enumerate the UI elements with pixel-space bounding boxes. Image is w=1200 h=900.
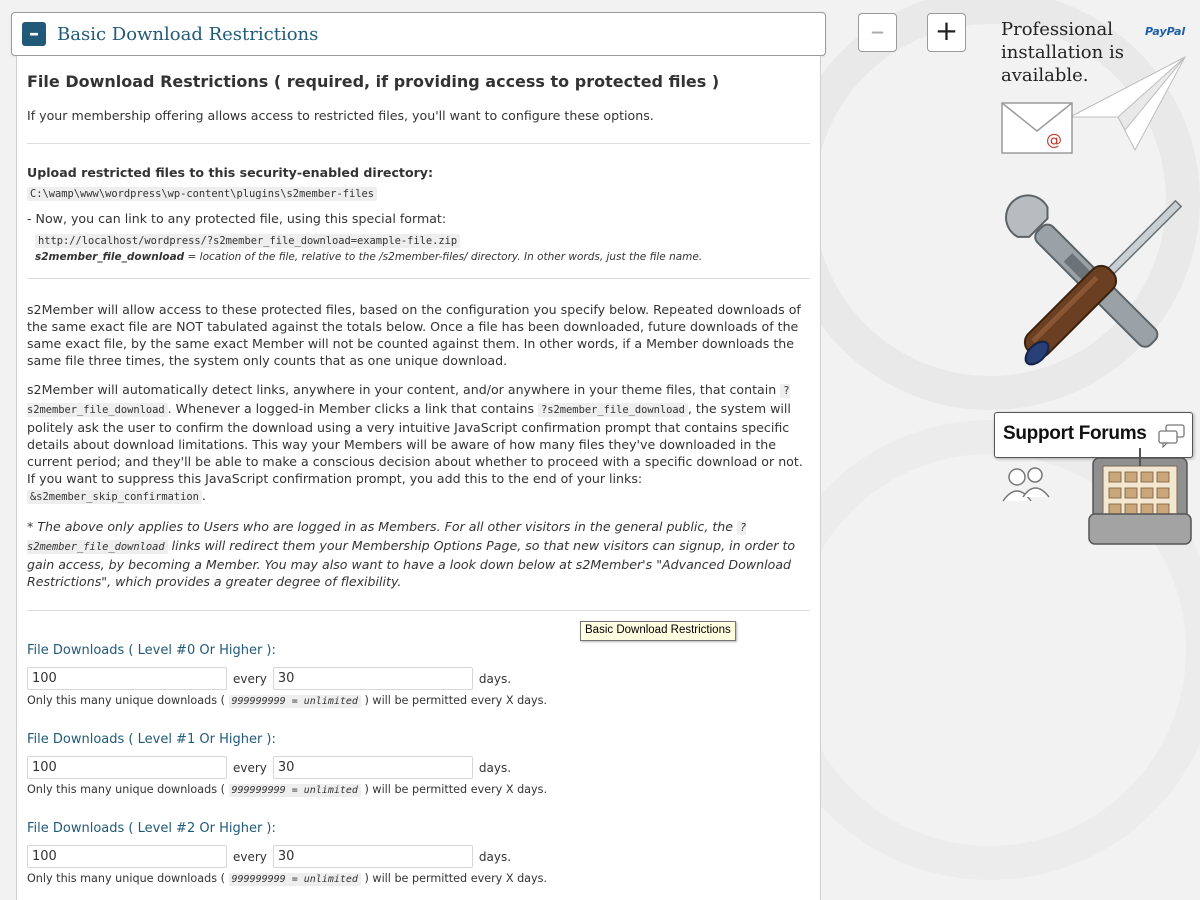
level-2-days-input[interactable]	[272, 845, 473, 868]
restrictions-description: If your membership offering allows acces…	[27, 108, 654, 123]
unlimited-code: 999999999 = unlimited	[228, 784, 361, 797]
level-0-days-input[interactable]	[272, 667, 473, 690]
upload-directory-path: C:\wamp\www\wordpress\wp-content\plugins…	[27, 187, 378, 201]
code-file-download-param: ?s2member_file_download	[538, 403, 688, 417]
level-2-label: File Downloads ( Level #2 Or Higher ):	[27, 821, 276, 836]
section-header-basic-download-restrictions[interactable]: – Basic Download Restrictions	[11, 12, 826, 56]
tools-icon[interactable]	[997, 185, 1192, 385]
level-1-days-input[interactable]	[272, 756, 473, 779]
param-name: s2member_file_download	[35, 251, 185, 263]
paypal-logo: PayPal	[1145, 25, 1186, 38]
tooltip: Basic Download Restrictions	[580, 621, 736, 641]
svg-text:@: @	[1046, 130, 1062, 149]
days-label: days.	[478, 849, 512, 864]
link-format-intro: - Now, you can link to any protected fil…	[27, 211, 447, 226]
restrictions-heading: File Download Restrictions ( required, i…	[27, 72, 720, 91]
code-skip-confirmation: &s2member_skip_confirmation	[27, 490, 202, 504]
chat-bubbles-icon	[1158, 424, 1185, 448]
level-0-label: File Downloads ( Level #0 Or Higher ):	[27, 643, 276, 658]
level-0-help: Only this many unique downloads ( 999999…	[27, 694, 548, 708]
envelope-paper-plane-icon[interactable]: @	[1000, 55, 1190, 160]
level-2-downloads-input[interactable]	[27, 845, 227, 868]
every-label: every	[233, 671, 267, 686]
folder-photos-icon	[1088, 448, 1192, 545]
days-label: days.	[478, 671, 512, 686]
level-1-label: File Downloads ( Level #1 Or Higher ):	[27, 732, 276, 747]
level-2-settings: File Downloads ( Level #2 Or Higher ): e…	[27, 821, 812, 886]
every-label: every	[233, 849, 267, 864]
support-forums-label: Support Forums	[1003, 423, 1147, 444]
collapse-section-icon[interactable]: –	[22, 22, 46, 46]
level-2-help: Only this many unique downloads ( 999999…	[27, 872, 548, 886]
level-1-help: Only this many unique downloads ( 999999…	[27, 783, 548, 797]
level-1-settings: File Downloads ( Level #1 Or Higher ): e…	[27, 732, 812, 797]
divider	[27, 143, 810, 144]
collapse-all-button[interactable]: –	[858, 13, 897, 52]
unlimited-code: 999999999 = unlimited	[228, 695, 361, 708]
level-0-downloads-input[interactable]	[27, 667, 227, 690]
users-icon	[1002, 467, 1050, 502]
days-label: days.	[478, 760, 512, 775]
level-0-settings: File Downloads ( Level #0 Or Higher ): e…	[27, 643, 812, 708]
divider	[27, 278, 810, 279]
section-title: Basic Download Restrictions	[57, 23, 319, 45]
unlimited-code: 999999999 = unlimited	[228, 873, 361, 886]
settings-panel: File Download Restrictions ( required, i…	[16, 56, 821, 900]
level-1-downloads-input[interactable]	[27, 756, 227, 779]
divider	[27, 610, 810, 611]
explanation-paragraph-1: s2Member will allow access to these prot…	[27, 302, 801, 368]
param-description: = location of the file, relative to the …	[184, 251, 703, 263]
expand-all-button[interactable]: +	[927, 13, 966, 52]
explanation-paragraph-2: s2Member will automatically detect links…	[27, 382, 803, 504]
explanation-note: * The above only applies to Users who ar…	[27, 519, 796, 589]
upload-directory-label: Upload restricted files to this security…	[27, 165, 434, 180]
link-format-example: http://localhost/wordpress/?s2member_fil…	[35, 234, 461, 248]
every-label: every	[233, 760, 267, 775]
